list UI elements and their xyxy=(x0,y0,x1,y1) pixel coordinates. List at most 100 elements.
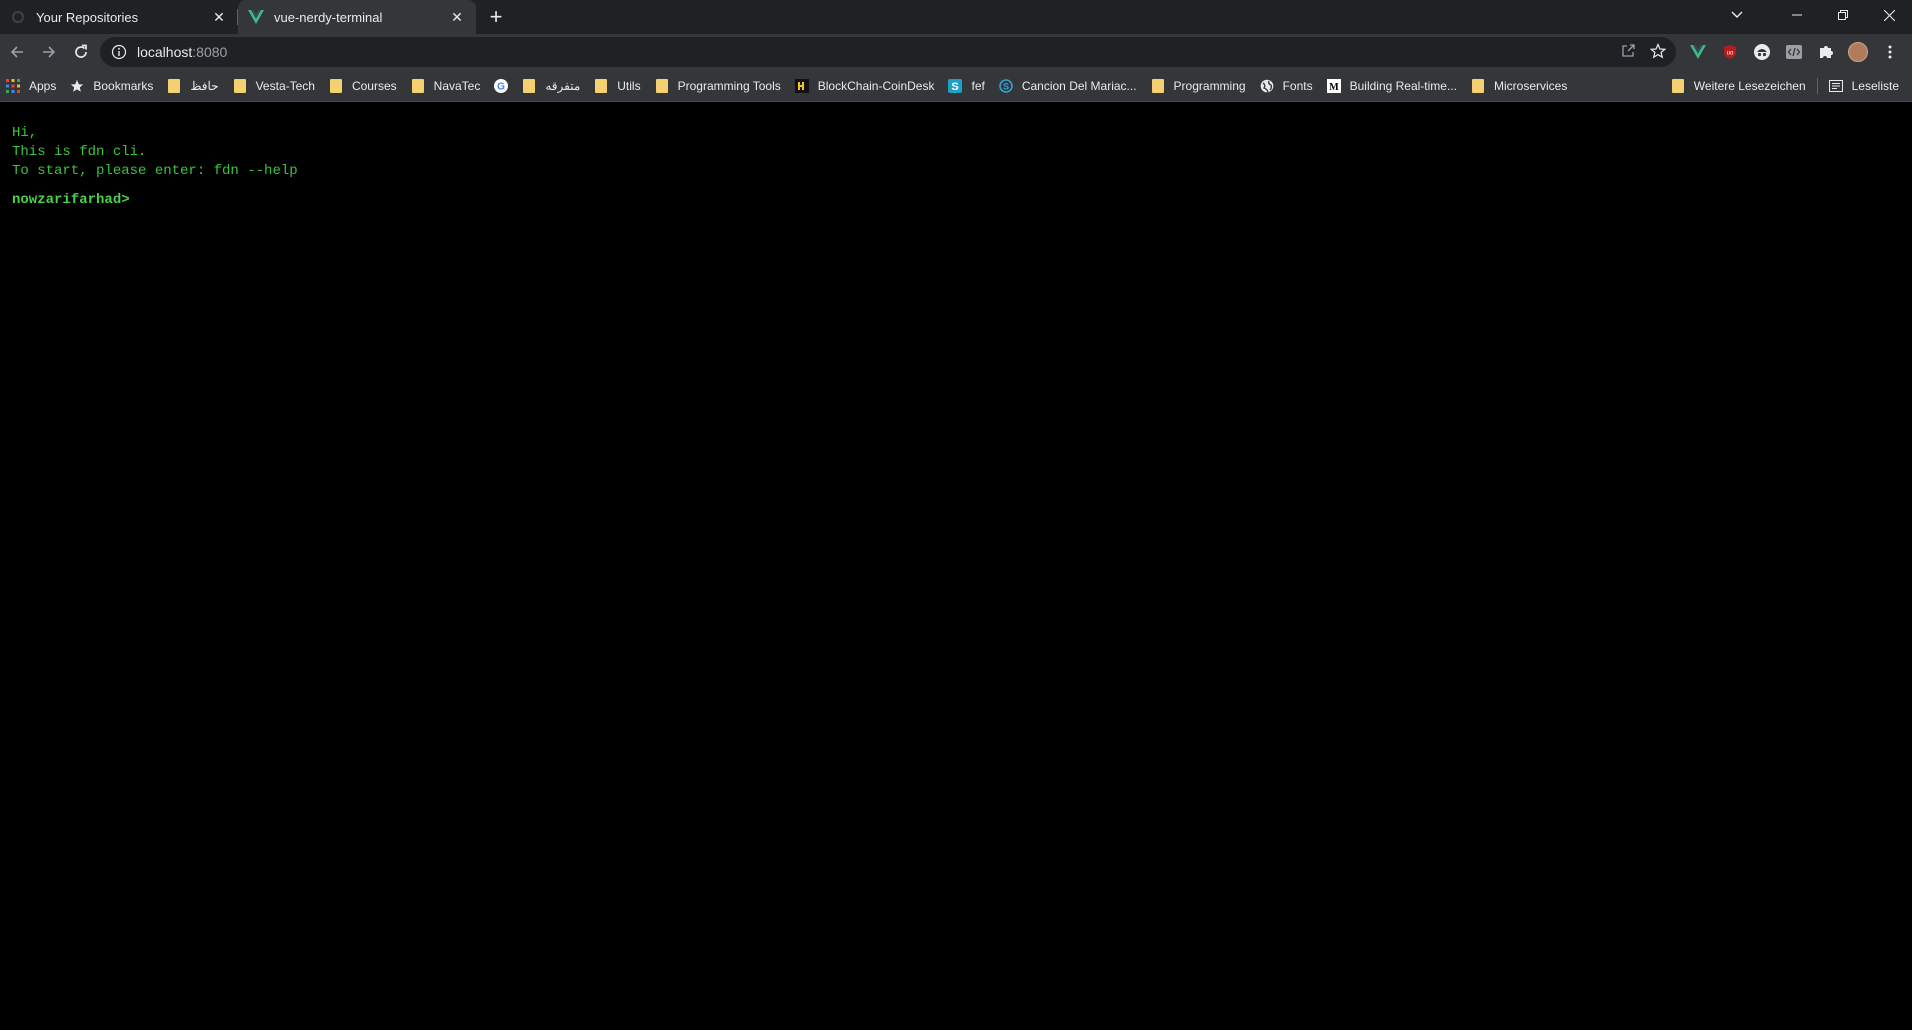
bookmark-label: Programming Tools xyxy=(677,78,781,93)
bookmark-folder-vesta-tech[interactable]: Vesta-Tech xyxy=(226,73,322,99)
bookmark-label: BlockChain-CoinDesk xyxy=(817,78,935,93)
tab-search-button[interactable] xyxy=(1714,0,1760,30)
reload-icon xyxy=(75,44,87,58)
forward-button[interactable] xyxy=(34,37,64,67)
vue-devtools-icon[interactable] xyxy=(1686,40,1710,64)
bookmark-label: fef xyxy=(971,78,985,93)
refresh-s-icon: S xyxy=(999,78,1013,93)
bookmark-label: NavaTec xyxy=(433,78,481,93)
bookmark-label: Leseliste xyxy=(1851,79,1899,93)
bookmark-label: Building Real-time... xyxy=(1349,78,1457,93)
bookmark-building-realtime[interactable]: M Building Real-time... xyxy=(1320,73,1464,99)
url-port: :8080 xyxy=(192,44,228,60)
svg-text:G: G xyxy=(497,81,505,92)
terminal-window[interactable]: Hi, This is fdn cli. To start, please en… xyxy=(0,102,1912,1030)
bookmark-bookmarks[interactable]: Bookmarks xyxy=(63,73,160,99)
tab-title: vue-nerdy-terminal xyxy=(274,9,383,25)
bookmark-label: Programming xyxy=(1173,78,1246,93)
bookmark-folder-utils[interactable]: Utils xyxy=(587,73,647,99)
bookmark-label: Vesta-Tech xyxy=(255,78,315,93)
medium-icon: M xyxy=(1326,78,1341,93)
incognito-icon[interactable] xyxy=(1750,40,1774,64)
bookmarks-bar: Apps Bookmarks حافظ Vesta-Tech Courses N… xyxy=(0,70,1912,102)
tab-title: Your Repositories xyxy=(36,9,139,25)
folder-icon xyxy=(411,78,425,93)
bookmark-folder-courses[interactable]: Courses xyxy=(322,73,404,99)
share-icon[interactable] xyxy=(1620,43,1636,62)
back-button[interactable] xyxy=(2,37,32,67)
folder-icon xyxy=(329,78,343,93)
reading-list-icon xyxy=(1828,79,1843,93)
bookmark-fonts[interactable]: Fonts xyxy=(1253,73,1320,99)
reading-list-button[interactable]: Leseliste xyxy=(1822,73,1906,99)
bookmark-label: Courses xyxy=(351,78,397,93)
bookmark-label: متفرقه xyxy=(545,78,581,93)
bookmark-folder-hafez[interactable]: حافظ xyxy=(160,73,225,99)
tab-your-repositories[interactable]: Your Repositories ✕ xyxy=(0,0,238,34)
folder-icon xyxy=(1471,78,1485,93)
terminal-prompt[interactable]: nowzarifarhad> xyxy=(12,191,130,209)
close-window-button[interactable] xyxy=(1866,0,1912,30)
code-extension-icon[interactable] xyxy=(1782,40,1806,64)
bookmark-folder-navatec[interactable]: NavaTec xyxy=(404,73,488,99)
google-icon: G xyxy=(494,78,509,93)
bookmark-cancion[interactable]: S Cancion Del Mariac... xyxy=(992,73,1144,99)
folder-icon xyxy=(1151,78,1165,93)
svg-text:S: S xyxy=(1003,81,1009,91)
svg-text:uo: uo xyxy=(1727,51,1734,57)
bookmark-apps[interactable]: Apps xyxy=(0,73,63,99)
svg-text:S: S xyxy=(952,81,959,93)
tab-vue-nerdy-terminal[interactable]: vue-nerdy-terminal ✕ xyxy=(238,0,476,34)
terminal-greeting-line: Hi, xyxy=(12,125,38,141)
restore-button[interactable] xyxy=(1820,0,1866,30)
site-info-icon[interactable] xyxy=(111,44,127,60)
tab-close-icon[interactable]: ✕ xyxy=(448,8,466,26)
folder-icon xyxy=(594,78,608,93)
star-icon xyxy=(70,79,84,93)
tab-close-icon[interactable]: ✕ xyxy=(210,8,228,26)
folder-icon xyxy=(655,78,669,93)
extensions-puzzle-icon[interactable] xyxy=(1814,40,1838,64)
bookmark-label: Weitere Lesezeichen xyxy=(1693,79,1806,93)
terminal-help-line: To start, please enter: fdn --help xyxy=(12,163,298,179)
vue-icon xyxy=(248,9,264,25)
tab-strip: Your Repositories ✕ vue-nerdy-terminal ✕… xyxy=(0,0,1912,34)
new-tab-button[interactable]: + xyxy=(482,0,510,34)
url-host: localhost xyxy=(137,44,193,60)
extensions-area: uo xyxy=(1686,37,1902,67)
bookmark-coindesk[interactable]: BlockChain-CoinDesk xyxy=(788,73,942,99)
bookmark-label: Microservices xyxy=(1493,78,1568,93)
minimize-button[interactable] xyxy=(1774,0,1820,30)
bookmark-folder-programming-tools[interactable]: Programming Tools xyxy=(648,73,788,99)
globe-icon xyxy=(1260,79,1274,93)
bookmark-folder-programming[interactable]: Programming xyxy=(1144,73,1253,99)
svg-text:M: M xyxy=(1329,82,1339,93)
window-controls xyxy=(1774,0,1912,34)
kebab-menu-icon[interactable] xyxy=(1878,40,1902,64)
address-bar[interactable]: localhost:8080 xyxy=(100,37,1676,67)
bookmark-folder-misc[interactable]: متفرقه xyxy=(515,73,587,99)
folder-icon xyxy=(522,78,536,93)
bookmark-label: Fonts xyxy=(1282,78,1313,93)
bookmark-label: Utils xyxy=(617,78,641,93)
bookmark-label: حافظ xyxy=(190,78,219,93)
bookmark-label: Bookmarks xyxy=(93,78,154,93)
bookmark-other-bookmarks[interactable]: Weitere Lesezeichen xyxy=(1664,73,1813,99)
bookmark-label: Apps xyxy=(29,78,57,93)
bookmark-folder-microservices[interactable]: Microservices xyxy=(1464,73,1574,99)
chevron-down-icon xyxy=(1731,11,1743,18)
s-icon: S xyxy=(948,78,963,93)
coindesk-icon xyxy=(794,78,809,93)
arrow-left-icon xyxy=(10,46,23,58)
profile-avatar[interactable] xyxy=(1846,40,1870,64)
ublock-icon[interactable]: uo xyxy=(1718,40,1742,64)
folder-icon xyxy=(233,78,247,93)
folder-icon xyxy=(1671,79,1685,93)
github-icon xyxy=(10,9,26,25)
bookmark-star-icon[interactable] xyxy=(1649,42,1667,62)
bookmark-fef[interactable]: S fef xyxy=(941,73,991,99)
arrow-right-icon xyxy=(43,46,56,58)
apps-grid-icon xyxy=(6,78,20,93)
reload-button[interactable] xyxy=(66,37,96,67)
bookmark-google[interactable]: G xyxy=(487,73,515,99)
